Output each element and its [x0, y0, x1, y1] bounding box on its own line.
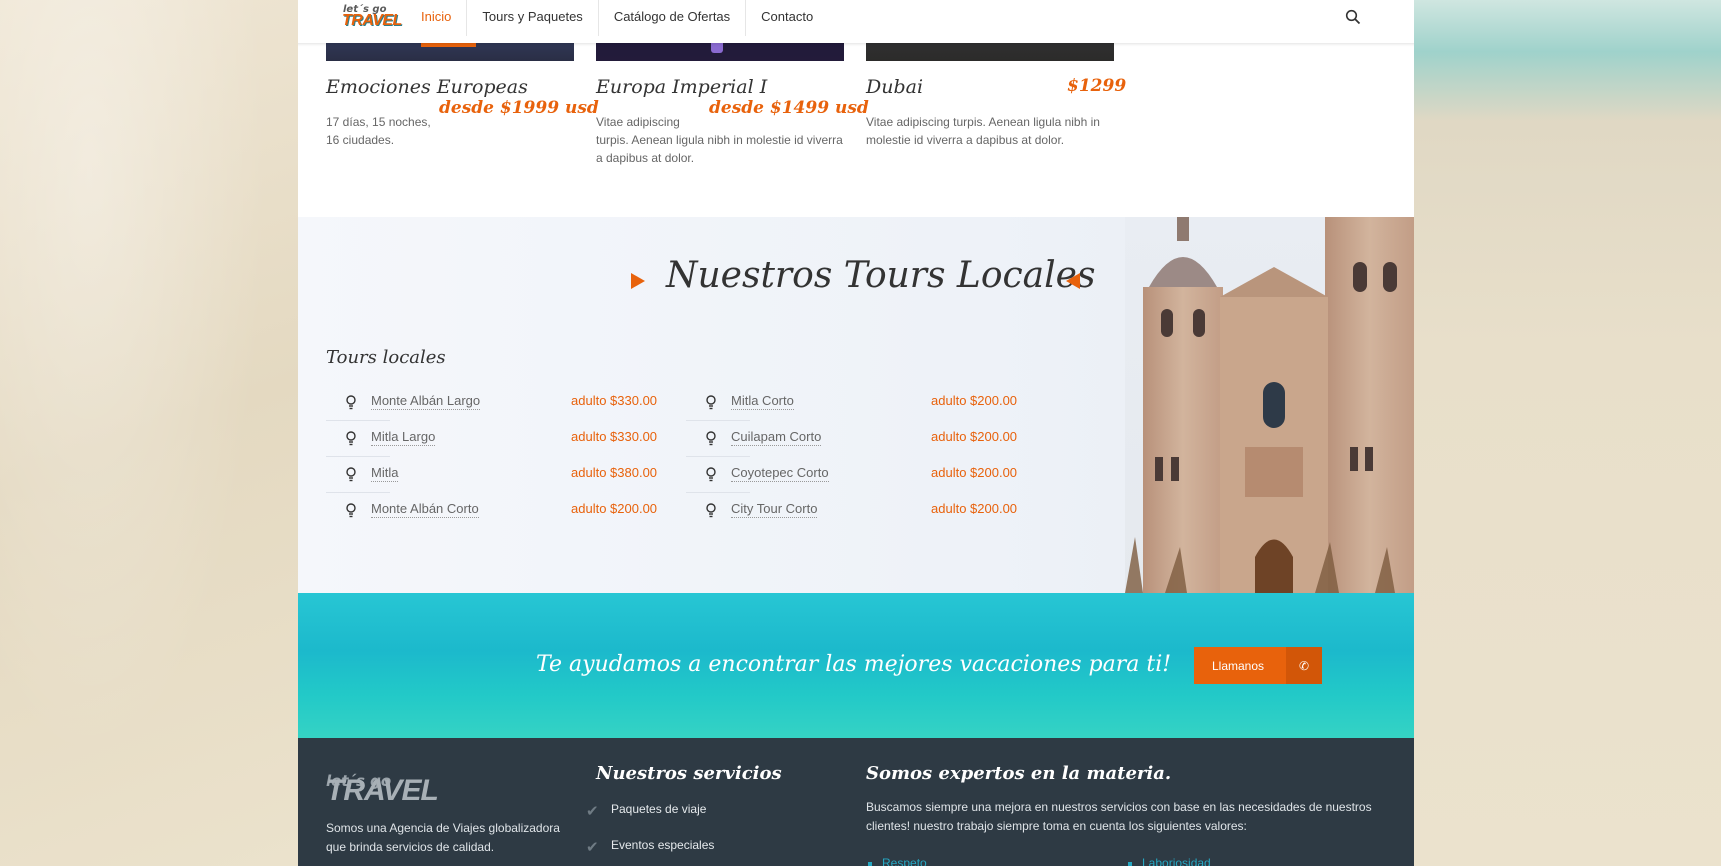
- call-button-label: Llamanos: [1212, 658, 1265, 673]
- card-title[interactable]: Dubai: [866, 76, 923, 98]
- footer-value-label: Respeto: [882, 856, 927, 866]
- bullet-icon: [868, 861, 872, 866]
- page-container: let´s go TRAVEL Inicio Tours y Paquetes …: [298, 0, 1414, 866]
- call-button[interactable]: Llamanos ✆: [1194, 647, 1322, 684]
- top-navbar: let´s go TRAVEL Inicio Tours y Paquetes …: [298, 0, 1414, 43]
- tour-item: Monte Albán Corto adulto $200.00: [326, 493, 666, 529]
- footer-services-title: Nuestros servicios: [596, 763, 782, 784]
- card-title[interactable]: Emociones Europeas: [326, 76, 528, 98]
- lightbulb-icon: [706, 503, 716, 518]
- section-subtitle: Tours locales: [326, 347, 446, 368]
- section-title: Nuestros Tours Locales: [666, 255, 1096, 296]
- tour-price: adulto $200.00: [931, 393, 1018, 408]
- lightbulb-icon: [706, 395, 716, 410]
- tour-name-link[interactable]: Coyotepec Corto: [731, 465, 829, 482]
- nav-item-contacto[interactable]: Contacto: [745, 0, 828, 36]
- triangle-right-icon: [631, 273, 645, 289]
- card-description-line: turpis. Aenean ligula nibh in molestie i…: [596, 133, 843, 165]
- tour-item: Mitla Largo adulto $330.00: [326, 421, 666, 457]
- checkmark-icon: ✔: [586, 839, 599, 856]
- footer-service-item[interactable]: ✔ Paquetes de viaje: [586, 802, 707, 820]
- bullet-icon: [1128, 861, 1132, 866]
- card-price: $1299: [1067, 76, 1127, 96]
- triangle-left-icon: [1066, 273, 1080, 289]
- footer: let´s go TRAVEL Somos una Agencia de Via…: [298, 738, 1414, 866]
- card-description: Vitae adipiscing turpis. Aenean ligula n…: [596, 113, 846, 167]
- tour-name-link[interactable]: Mitla: [371, 465, 399, 482]
- tour-price: adulto $200.00: [931, 501, 1018, 516]
- checkmark-icon: ✔: [586, 803, 599, 820]
- lightbulb-icon: [706, 467, 716, 482]
- tour-name-link[interactable]: Mitla Largo: [371, 429, 436, 446]
- footer-about: Somos una Agencia de Viajes globalizador…: [326, 821, 560, 854]
- card-description: Vitae adipiscing turpis. Aenean ligula n…: [866, 115, 1100, 147]
- local-tours-section: Nuestros Tours Locales Tours locales Mon…: [298, 217, 1414, 593]
- tour-item: Coyotepec Corto adulto $200.00: [686, 457, 1026, 493]
- tour-name-link[interactable]: Monte Albán Corto: [371, 501, 479, 518]
- card-price: desde $1999 usd: [439, 98, 599, 118]
- footer-service-item[interactable]: ✔ Eventos especiales: [586, 838, 715, 856]
- footer-value-item[interactable]: Laboriosidad: [1128, 856, 1211, 866]
- tour-item: Mitla adulto $380.00: [326, 457, 666, 493]
- footer-service-label: Paquetes de viaje: [611, 802, 707, 816]
- search-icon[interactable]: [1345, 9, 1361, 25]
- beach-background-left: [0, 0, 298, 866]
- cta-banner: Te ayudamos a encontrar las mejores vaca…: [298, 593, 1414, 738]
- tour-price: adulto $330.00: [571, 429, 658, 444]
- footer-value-label: Laboriosidad: [1142, 856, 1211, 866]
- phone-icon: ✆: [1286, 647, 1322, 684]
- tour-name-link[interactable]: Mitla Corto: [731, 393, 794, 410]
- nav-item-inicio[interactable]: Inicio: [406, 0, 466, 36]
- footer-service-label: Eventos especiales: [611, 838, 715, 852]
- nav-menu: let´s go TRAVEL Inicio Tours y Paquetes …: [326, 0, 868, 36]
- footer-experts-title: Somos expertos en la materia.: [866, 763, 1172, 784]
- tour-price: adulto $200.00: [571, 501, 658, 516]
- tour-item: Monte Albán Largo adulto $330.00: [326, 385, 666, 421]
- card-description-line: Vitae adipiscing: [596, 115, 680, 129]
- tour-item: Cuilapam Corto adulto $200.00: [686, 421, 1026, 457]
- cathedral-image: [1125, 217, 1414, 593]
- footer-value-item[interactable]: Respeto: [868, 856, 927, 866]
- nav-item-catalogo[interactable]: Catálogo de Ofertas: [597, 0, 745, 36]
- tour-item: Mitla Corto adulto $200.00: [686, 385, 1026, 421]
- card-description: 17 días, 15 noches, 16 ciudades.: [326, 113, 436, 149]
- footer-logo-text: TRAVEL: [326, 774, 439, 807]
- lightbulb-icon: [706, 431, 716, 446]
- tour-name-link[interactable]: Monte Albán Largo: [371, 393, 481, 410]
- footer-experts-text: Buscamos siempre una mejora en nuestros …: [866, 800, 1372, 833]
- card-title[interactable]: Europa Imperial I: [596, 76, 767, 98]
- lightbulb-icon: [346, 467, 356, 482]
- tour-price: adulto $330.00: [571, 393, 658, 408]
- lightbulb-icon: [346, 503, 356, 518]
- lightbulb-icon: [346, 431, 356, 446]
- tour-item: City Tour Corto adulto $200.00: [686, 493, 1026, 529]
- logo-text: TRAVEL: [342, 12, 402, 29]
- tour-name-link[interactable]: Cuilapam Corto: [731, 429, 822, 446]
- tour-price: adulto $380.00: [571, 465, 658, 480]
- lightbulb-icon: [346, 395, 356, 410]
- cathedral-illustration: [1125, 217, 1414, 593]
- site-logo[interactable]: let´s go TRAVEL: [326, 0, 406, 36]
- card-description-line: 16 ciudades.: [326, 133, 395, 147]
- banner-text: Te ayudamos a encontrar las mejores vaca…: [536, 652, 1172, 677]
- tour-price: adulto $200.00: [931, 429, 1018, 444]
- nav-item-tours[interactable]: Tours y Paquetes: [466, 0, 597, 36]
- tour-price: adulto $200.00: [931, 465, 1018, 480]
- card-description-line: 17 días, 15 noches,: [326, 115, 431, 129]
- beach-background-right: [1414, 0, 1721, 866]
- tour-name-link[interactable]: City Tour Corto: [731, 501, 818, 518]
